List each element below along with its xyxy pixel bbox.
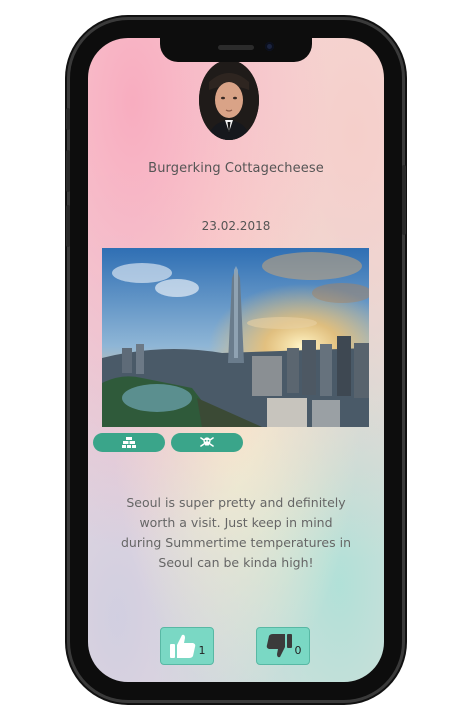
post-date: 23.02.2018 [201, 219, 271, 233]
like-count: 1 [198, 643, 206, 657]
mute-switch [66, 108, 70, 130]
skull-crossbones-icon [200, 437, 214, 447]
author-name: Burgerking Cottagecheese [148, 161, 324, 176]
speaker-grille [218, 45, 254, 50]
tag-skull-crossbones[interactable] [171, 433, 243, 452]
like-button[interactable]: 1 [160, 627, 214, 665]
dislike-count: 0 [294, 643, 302, 657]
notch [160, 38, 312, 62]
tag-bricks[interactable] [93, 433, 165, 452]
thumbs-up-icon [169, 634, 195, 658]
avatar[interactable] [199, 60, 259, 140]
thumbs-down-icon [266, 634, 292, 658]
profile-photo-icon [199, 60, 259, 140]
volume-down-button [66, 205, 70, 247]
dislike-button[interactable]: 0 [256, 627, 310, 665]
seoul-city-skyline-photo-icon [102, 248, 369, 427]
power-button [402, 165, 406, 235]
volume-up-button [66, 150, 70, 192]
post-photo[interactable] [102, 248, 369, 427]
front-camera [265, 42, 274, 51]
bricks-icon [122, 436, 136, 448]
post-description: Seoul is super pretty and definitely wor… [120, 495, 351, 570]
